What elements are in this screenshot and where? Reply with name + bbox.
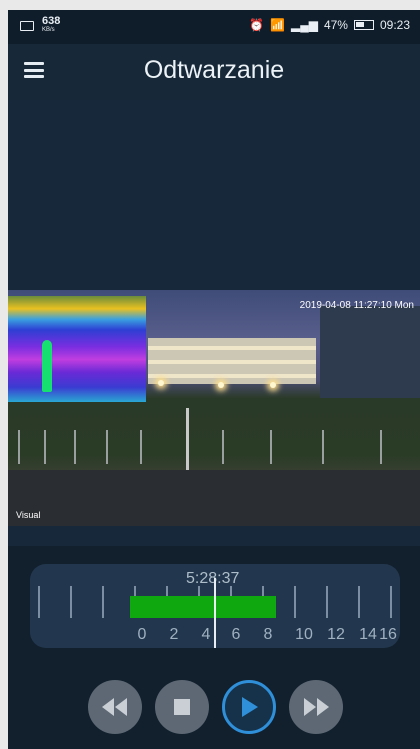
video-fence-post [18,430,20,464]
video-building-right [320,306,420,398]
page-title: Odtwarzanie [143,56,285,84]
play-icon [242,697,258,717]
timeline-label: 0 [137,626,147,643]
status-bar: 638 KB/s ⏰ 📶 ▂▄▆ 47% 09:23 [8,10,420,44]
fast-forward-icon [304,698,329,716]
phone-screen: 638 KB/s ⏰ 📶 ▂▄▆ 47% 09:23 Odtwarzanie 2… [8,10,420,749]
thermal-figure [42,340,52,392]
stop-button[interactable] [155,680,209,734]
timeline-label: 8 [263,626,273,643]
video-light [218,382,224,388]
network-speed-value: 638 [42,15,61,27]
battery-icon [353,20,374,30]
network-speed: 638 KB/s [42,15,61,35]
video-building-left [148,338,316,384]
video-light [158,380,164,386]
timeline-label: 4 [201,626,211,643]
timeline-cursor-time: 5:28:37 [186,570,240,587]
rewind-button[interactable] [88,680,142,734]
video-fence-post [106,430,108,464]
playback-controls [8,664,420,749]
timeline-label: 16 [379,626,397,643]
timeline-tick [102,586,104,618]
fast-forward-button[interactable] [289,680,343,734]
play-button[interactable] [222,680,276,734]
video-road [8,470,420,526]
network-speed-unit: KB/s [42,27,55,33]
timeline[interactable]: 5:28:37 0 2 4 6 8 10 12 14 16 [30,564,400,648]
stop-icon [174,699,190,715]
timeline-label: 14 [359,626,377,643]
timeline-label: 6 [231,626,241,643]
signal-icon: ▂▄▆ [290,18,318,32]
timeline-tick [390,586,392,618]
video-player[interactable]: 2019-04-08 11:27:10 Mon Visual [8,290,420,526]
video-light [270,382,276,388]
timeline-label: 12 [327,626,345,643]
timeline-label: 10 [295,626,313,643]
video-fence-post [380,430,382,464]
timeline-tick [358,586,360,618]
wifi-icon: 📶 [270,18,285,32]
video-fence-post [322,430,324,464]
video-fence-post [140,430,142,464]
app-bar: Odtwarzanie [8,44,420,100]
timeline-tick [70,586,72,618]
timeline-tick [38,586,40,618]
video-fence-post [270,430,272,464]
rewind-icon [102,698,127,716]
timeline-tick [326,586,328,618]
timeline-strip: 5:28:37 0 2 4 6 8 10 12 14 16 [8,546,420,664]
camera-name: Visual [16,510,41,520]
alarm-icon: ⏰ [249,18,265,32]
timeline-label: 2 [169,626,179,643]
recording-segment[interactable] [130,596,276,618]
video-fence-post [44,430,46,464]
video-area: 2019-04-08 11:27:10 Mon Visual [8,100,420,546]
timeline-tick [294,586,296,618]
video-timestamp: 2019-04-08 11:27:10 Mon [299,300,414,311]
video-fence-post [222,430,224,464]
timeline-cursor[interactable] [214,578,216,648]
clock: 09:23 [379,18,410,32]
image-notification-icon [20,21,34,31]
video-fence-post [74,430,76,464]
battery-percent: 47% [323,18,348,32]
thermal-overlay [8,296,146,402]
